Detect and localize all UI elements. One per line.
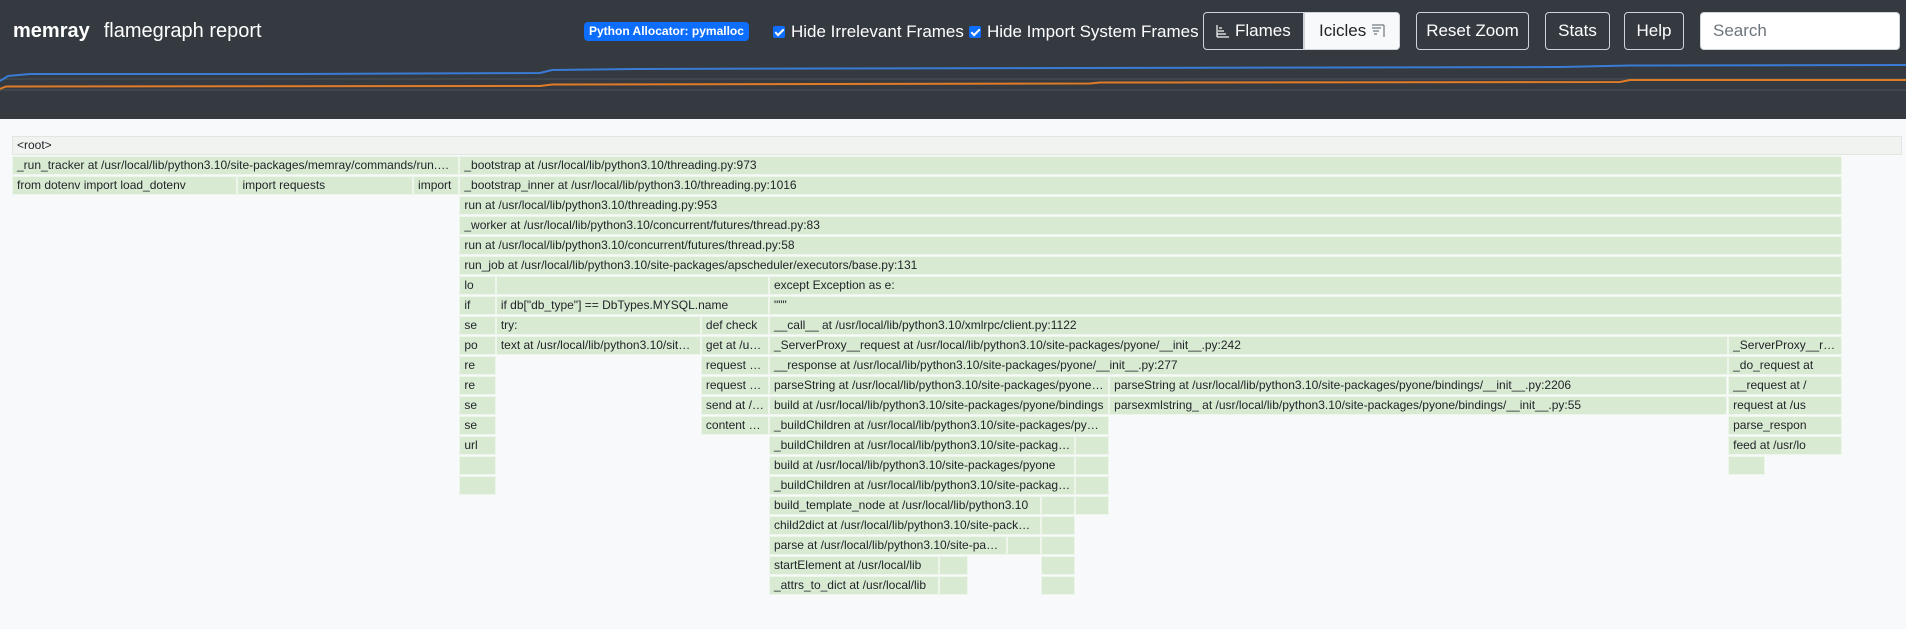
stats-button[interactable]: Stats [1545,12,1610,50]
flamegraph-frame[interactable]: run_job at /usr/local/lib/python3.10/sit… [459,256,1842,275]
flamegraph-frame[interactable]: parsexmlstring_ at /usr/local/lib/python… [1109,396,1728,415]
flamegraph-frame[interactable]: _buildChildren at /usr/local/lib/python3… [768,436,1076,455]
flamegraph-frame[interactable]: se [459,416,496,435]
flamegraph-frame[interactable]: _do_request at [1728,356,1842,375]
flamegraph-root[interactable]: <root> [12,136,1902,155]
flamegraph-frame[interactable]: _attrs_to_dict at /usr/local/lib [768,576,940,595]
flamegraph-frame[interactable] [1075,496,1110,515]
flamegraph-frame[interactable] [459,456,496,475]
search-input[interactable] [1700,12,1900,50]
checkbox-checked-icon[interactable] [969,26,981,38]
flamegraph-frame[interactable]: parseString at /usr/local/lib/python3.10… [1109,376,1728,395]
flames-icon [1216,25,1230,38]
flamegraph: <root> _run_tracker at /usr/local/lib/pyt… [0,119,1906,629]
flamegraph-frame[interactable] [1728,456,1765,475]
flamegraph-frame[interactable]: _bootstrap at /usr/local/lib/python3.10/… [459,156,1842,175]
flamegraph-frame[interactable] [1075,476,1110,495]
flamegraph-frame[interactable]: run at /usr/local/lib/python3.10/threadi… [459,196,1842,215]
navbar: memray flamegraph report Python Allocator… [0,0,1906,62]
flamegraph-frame[interactable]: child2dict at /usr/local/lib/python3.10/… [768,516,1042,535]
flamegraph-frame[interactable]: """ [768,296,1842,315]
flamegraph-frame[interactable] [459,476,496,495]
flamegraph-frame[interactable] [1041,536,1076,555]
icicles-button[interactable]: Icicles [1304,12,1400,50]
flamegraph-frame[interactable]: parse at /usr/local/lib/python3.10/site-… [768,536,1008,555]
flamegraph-frame[interactable]: re [459,356,496,375]
flamegraph-frame[interactable]: content at /usr [700,416,769,435]
allocator-badge: Python Allocator: pymalloc [584,22,749,41]
hide-import-system-frames-label: Hide Import System Frames [987,22,1199,41]
icicles-icon [1371,24,1385,37]
flamegraph-frame[interactable]: _ServerProxy__request [1728,336,1842,355]
flamegraph-frame[interactable]: _buildChildren at /usr/local/lib/python3… [768,416,1110,435]
flamegraph-frame[interactable]: build_template_node at /usr/local/lib/py… [768,496,1042,515]
flamegraph-frame[interactable]: feed at /usr/lo [1728,436,1842,455]
flamegraph-frame[interactable]: import [413,176,460,195]
brand: memray flamegraph report [13,19,262,43]
hide-irrelevant-frames-checkbox[interactable]: Hide Irrelevant Frames [773,22,964,42]
flamegraph-frame[interactable]: _run_tracker at /usr/local/lib/python3.1… [12,156,460,175]
flamegraph-frame[interactable]: get at /usr/local/lib [700,336,769,355]
hide-irrelevant-frames-label: Hide Irrelevant Frames [791,22,964,41]
flames-label: Flames [1235,21,1291,40]
hide-import-system-frames-checkbox[interactable]: Hide Import System Frames [969,22,1199,42]
flamegraph-frame[interactable] [1007,536,1042,555]
flamegraph-frame[interactable]: _ServerProxy__request at /usr/local/lib/… [768,336,1729,355]
flamegraph-frame[interactable]: run at /usr/local/lib/python3.10/concurr… [459,236,1842,255]
flamegraph-frame[interactable]: if [459,296,496,315]
flamegraph-frame[interactable]: re [459,376,496,395]
flamegraph-frame[interactable]: request at /usr/local [700,356,769,375]
flamegraph-frame[interactable] [1075,456,1110,475]
flamegraph-frame[interactable]: send at /usr/local [700,396,769,415]
icicles-label: Icicles [1319,21,1367,40]
flamegraph-frame[interactable]: lo [459,276,496,295]
reset-zoom-button[interactable]: Reset Zoom [1416,12,1529,50]
flamegraph-frame[interactable] [495,276,769,295]
flamegraph-frame[interactable]: __response at /usr/local/lib/python3.10/… [768,356,1729,375]
flamegraph-frame[interactable]: import requests [237,176,414,195]
flamegraph-frame[interactable]: _buildChildren at /usr/local/lib/python3… [768,476,1076,495]
flamegraph-frame[interactable]: except Exception as e: [768,276,1842,295]
flamegraph-frame[interactable]: parseString at /usr/local/lib/python3.10… [768,376,1110,395]
help-button[interactable]: Help [1624,12,1684,50]
flamegraph-frame[interactable]: __request at / [1728,376,1842,395]
flamegraph-frame[interactable] [1075,436,1110,455]
flamegraph-frame[interactable] [1041,576,1076,595]
flamegraph-frame[interactable]: po [459,336,496,355]
flamegraph-frame[interactable]: se [459,396,496,415]
flamegraph-frame[interactable]: request at /usr/local [700,376,769,395]
flamegraph-frame[interactable]: build at /usr/local/lib/python3.10/site-… [768,396,1110,415]
flamegraph-frame[interactable]: parse_respon [1728,416,1842,435]
flamegraph-frame[interactable]: if db["db_type"] == DbTypes.MYSQL.name [495,296,769,315]
report-title: flamegraph report [103,20,262,42]
flamegraph-frame[interactable]: def check [700,316,769,335]
flamegraph-frame[interactable]: _bootstrap_inner at /usr/local/lib/pytho… [459,176,1842,195]
flamegraph-frame[interactable]: url [459,436,496,455]
flamegraph-frame[interactable] [1041,496,1076,515]
flamegraph-frame[interactable]: startElement at /usr/local/lib [768,556,940,575]
flamegraph-frame[interactable]: _worker at /usr/local/lib/python3.10/con… [459,216,1842,235]
flamegraph-frame[interactable] [1041,556,1076,575]
resident-memory-line [0,79,1906,90]
flamegraph-frame[interactable]: from dotenv import load_dotenv [12,176,238,195]
flames-button[interactable]: Flames [1203,12,1304,50]
flamegraph-frame[interactable]: __call__ at /usr/local/lib/python3.10/xm… [768,316,1842,335]
flamegraph-frame[interactable] [939,556,969,575]
flamegraph-frame[interactable] [939,576,969,595]
flamegraph-frame[interactable]: text at /usr/local/lib/python3.10/site-p… [495,336,701,355]
flamegraph-frame[interactable]: request at /us [1728,396,1842,415]
flamegraph-frame[interactable] [1041,516,1076,535]
memory-plot [0,62,1906,119]
flamegraph-frame[interactable]: try: [495,316,701,335]
checkbox-checked-icon[interactable] [773,26,785,38]
flamegraph-frame[interactable]: se [459,316,496,335]
flamegraph-frame[interactable]: build at /usr/local/lib/python3.10/site-… [768,456,1076,475]
brand-name: memray [13,20,90,42]
